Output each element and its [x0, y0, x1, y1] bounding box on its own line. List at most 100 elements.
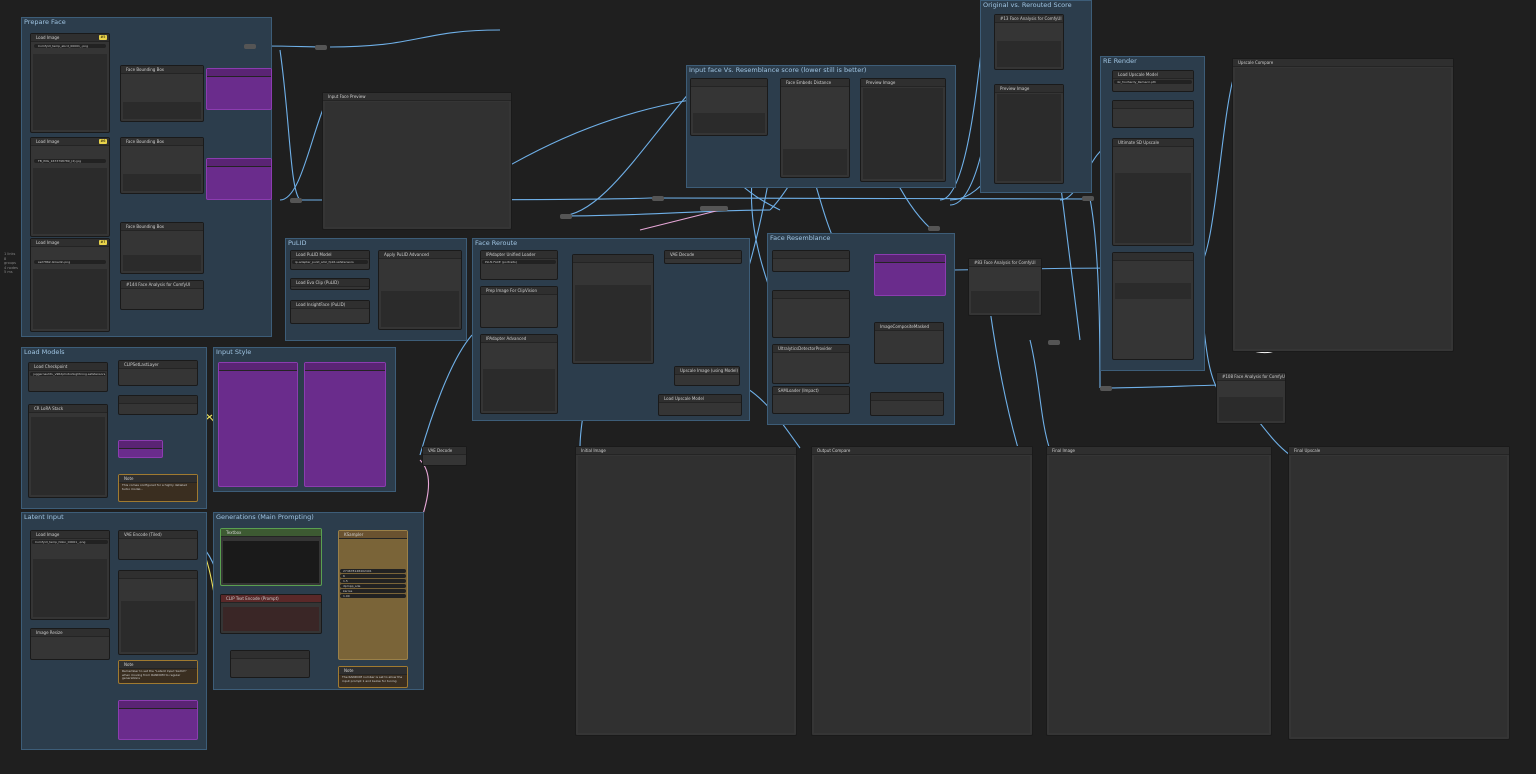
- reroute-dot[interactable]: [244, 44, 256, 49]
- face-bounding-box-node-4[interactable]: [690, 78, 768, 136]
- face-bounding-box-node-1[interactable]: Face Bounding Box: [120, 65, 204, 122]
- input-face-preview-node[interactable]: Input Face Preview: [322, 92, 512, 230]
- load-image-mask-node[interactable]: [772, 250, 850, 272]
- clip-set-last-layer-node[interactable]: CLIPSetLastLayer: [118, 360, 198, 386]
- reroute-dot[interactable]: [928, 226, 940, 231]
- image-select[interactable]: FB_IMG_1673798789_(2).jpg: [34, 159, 106, 163]
- final-image-node[interactable]: Final Image: [1046, 446, 1272, 736]
- sampler-widget[interactable]: dpmpp_sde: [340, 584, 406, 588]
- output-compare-node[interactable]: Output Compare: [811, 446, 1033, 736]
- node-title: Upscale Compare: [1233, 59, 1453, 67]
- reroute-dot[interactable]: [315, 45, 327, 50]
- vae-decode-reroute-node[interactable]: VAE Decode: [664, 250, 742, 264]
- load-upscale-model-rr-node[interactable]: Load Upscale Model 4x_foolhardy_Remacri.…: [1112, 70, 1194, 92]
- purple-switch-node[interactable]: [118, 440, 163, 458]
- pulid-model-select[interactable]: ip-adapter_pulid_sdxl_fp16.safetensors: [292, 260, 368, 264]
- preview-image-node[interactable]: Preview Image: [860, 78, 946, 182]
- clip-text-rr-node[interactable]: [1112, 100, 1194, 128]
- ultimate-sd-upscale-node[interactable]: Ultimate SD Upscale: [1112, 138, 1194, 246]
- reroute-dot[interactable]: [560, 214, 572, 219]
- face-analysis-fr-node[interactable]: #83 Face Analysis for ComfyUI: [968, 258, 1042, 316]
- reroute-dot[interactable]: [652, 196, 664, 201]
- upscale-compare-node[interactable]: Upscale Compare: [1232, 58, 1454, 352]
- reroute-dot[interactable]: [1100, 386, 1112, 391]
- face-analysis-bottom-node[interactable]: #108 Face Analysis for ComfyUI: [1216, 372, 1286, 424]
- node-title: #108 Face Analysis for ComfyUI: [1217, 373, 1285, 381]
- widget-area: [123, 255, 201, 271]
- vae-encode-node[interactable]: VAE Encode (Tiled): [118, 530, 198, 560]
- load-eva-clip-node[interactable]: Load Eva Clip (PuLID): [290, 278, 370, 290]
- load-checkpoint-node[interactable]: Load Checkpoint juggernautXL_v9Rdphoto2L…: [28, 362, 108, 392]
- load-upscale-model-node[interactable]: Load Upscale Model: [658, 394, 742, 416]
- image-upscale-rr-node[interactable]: [1112, 252, 1194, 360]
- clip-text-encode-node[interactable]: CLIP Text Encode (Prompt): [220, 594, 322, 634]
- denoise-widget[interactable]: 1.00: [340, 594, 406, 598]
- grow-mask-node[interactable]: [870, 392, 944, 416]
- load-pulid-model-node[interactable]: Load PuLID Model ip-adapter_pulid_sdxl_f…: [290, 250, 370, 270]
- seed-widget[interactable]: 274678148402401: [340, 569, 406, 573]
- ksampler-node[interactable]: KSampler 274678148402401 6 1.5 dpmpp_sde…: [338, 530, 408, 660]
- face-embeds-distance-node[interactable]: Face Embeds Distance: [780, 78, 850, 178]
- reroute-dot[interactable]: [290, 198, 302, 203]
- node-title: [119, 701, 197, 709]
- ipadapter-loader-node[interactable]: IPAdapter Unified Loader PLUS FACE (port…: [480, 250, 558, 280]
- ckpt-select[interactable]: juggernautXL_v9Rdphoto2Lightning.safeten…: [30, 372, 106, 376]
- latent-switch-node[interactable]: [118, 700, 198, 740]
- node-title: Load Image: [31, 239, 109, 247]
- scheduler-widget[interactable]: karras: [340, 589, 406, 593]
- empty-latent-node[interactable]: [118, 570, 198, 655]
- vae-encode-mid-node[interactable]: [700, 206, 728, 211]
- face-analysis-node[interactable]: #144 Face Analysis for ComfyUI: [120, 280, 204, 310]
- image-select[interactable]: ComfyUI_temp_abcd_00001_.png: [34, 44, 106, 48]
- style-loader-node-2[interactable]: [304, 362, 386, 487]
- image-select[interactable]: ss27862-linkedin.png: [34, 260, 106, 264]
- vae-decode-node[interactable]: VAE Decode: [422, 446, 467, 466]
- reroute-dot[interactable]: [1048, 340, 1060, 345]
- face-bounding-box-node-3[interactable]: Face Bounding Box: [120, 222, 204, 274]
- cfg-widget[interactable]: 1.5: [340, 579, 406, 583]
- final-upscale-node[interactable]: Final Upscale: [1288, 446, 1510, 740]
- image-crop-node-2[interactable]: [206, 158, 272, 200]
- text-area[interactable]: [223, 607, 319, 631]
- group-title: Input face Vs. Resemblance score (lower …: [689, 66, 867, 74]
- prep-image-clipvision-node[interactable]: Prep Image For ClipVision: [480, 286, 558, 328]
- face-analysis-rr-node[interactable]: #13 Face Analysis for ComfyUI: [994, 14, 1064, 70]
- note-node-3[interactable]: Note The RANDOM number is set to allow t…: [338, 666, 408, 688]
- text-area[interactable]: [223, 541, 319, 583]
- image-resize-node-2[interactable]: [772, 290, 850, 338]
- image-resize-node[interactable]: Image Resize: [30, 628, 110, 660]
- ksampler-advanced-node[interactable]: [572, 254, 654, 364]
- latent-input-switch-node[interactable]: [230, 650, 310, 678]
- load-insightface-node[interactable]: Load InsightFace (PuLID): [290, 300, 370, 324]
- apply-pulid-node[interactable]: Apply PuLID Advanced: [378, 250, 462, 330]
- upscale-model-select[interactable]: 4x_foolhardy_Remacri.pth: [1114, 80, 1192, 84]
- note-node-2[interactable]: Note Remember to set the "Latent Input S…: [118, 660, 198, 684]
- load-image-node-2[interactable]: Load Image #6 FB_IMG_1673798789_(2).jpg: [30, 137, 110, 237]
- node-title: KSampler: [339, 531, 407, 539]
- face-bounding-box-node-2[interactable]: Face Bounding Box: [120, 137, 204, 194]
- widget-area: [997, 41, 1061, 67]
- cr-lora-stack-node[interactable]: CR LoRA Stack: [28, 404, 108, 498]
- ipadapter-advanced-node[interactable]: IPAdapter Advanced: [480, 334, 558, 414]
- latent-image-select[interactable]: ComfyUI_temp_hbbn_00001_.png: [32, 540, 108, 544]
- preview-area: [1291, 456, 1507, 737]
- load-image-node-1[interactable]: Load Image #5 ComfyUI_temp_abcd_00001_.p…: [30, 33, 110, 133]
- ultralytics-detector-node[interactable]: UltralyticsDetectorProvider: [772, 344, 850, 384]
- initial-image-node[interactable]: Initial Image: [575, 446, 797, 736]
- textbox-node[interactable]: Textbox: [220, 528, 322, 586]
- node-title: [119, 571, 197, 579]
- preview-mask-node[interactable]: [874, 254, 946, 296]
- steps-widget[interactable]: 6: [340, 574, 406, 578]
- load-image-node-3[interactable]: Load Image #7 ss27862-linkedin.png: [30, 238, 110, 332]
- reroute-preview-node[interactable]: Preview Image: [994, 84, 1064, 184]
- image-composite-masked-node[interactable]: ImageCompositeMasked: [874, 322, 944, 364]
- load-latent-image-node[interactable]: Load Image ComfyUI_temp_hbbn_00001_.png: [30, 530, 110, 620]
- style-loader-node-1[interactable]: [218, 362, 298, 487]
- sam-loader-node[interactable]: SAMLoader (Impact): [772, 386, 850, 414]
- reroute-dot[interactable]: [1082, 196, 1094, 201]
- text-encode-node[interactable]: [118, 395, 198, 415]
- upscale-image-model-node[interactable]: Upscale Image (using Model): [674, 366, 740, 386]
- preset-select[interactable]: PLUS FACE (portraits): [482, 260, 556, 264]
- note-node-1[interactable]: Note This comes configured for a highly …: [118, 474, 198, 502]
- image-crop-node-1[interactable]: [206, 68, 272, 110]
